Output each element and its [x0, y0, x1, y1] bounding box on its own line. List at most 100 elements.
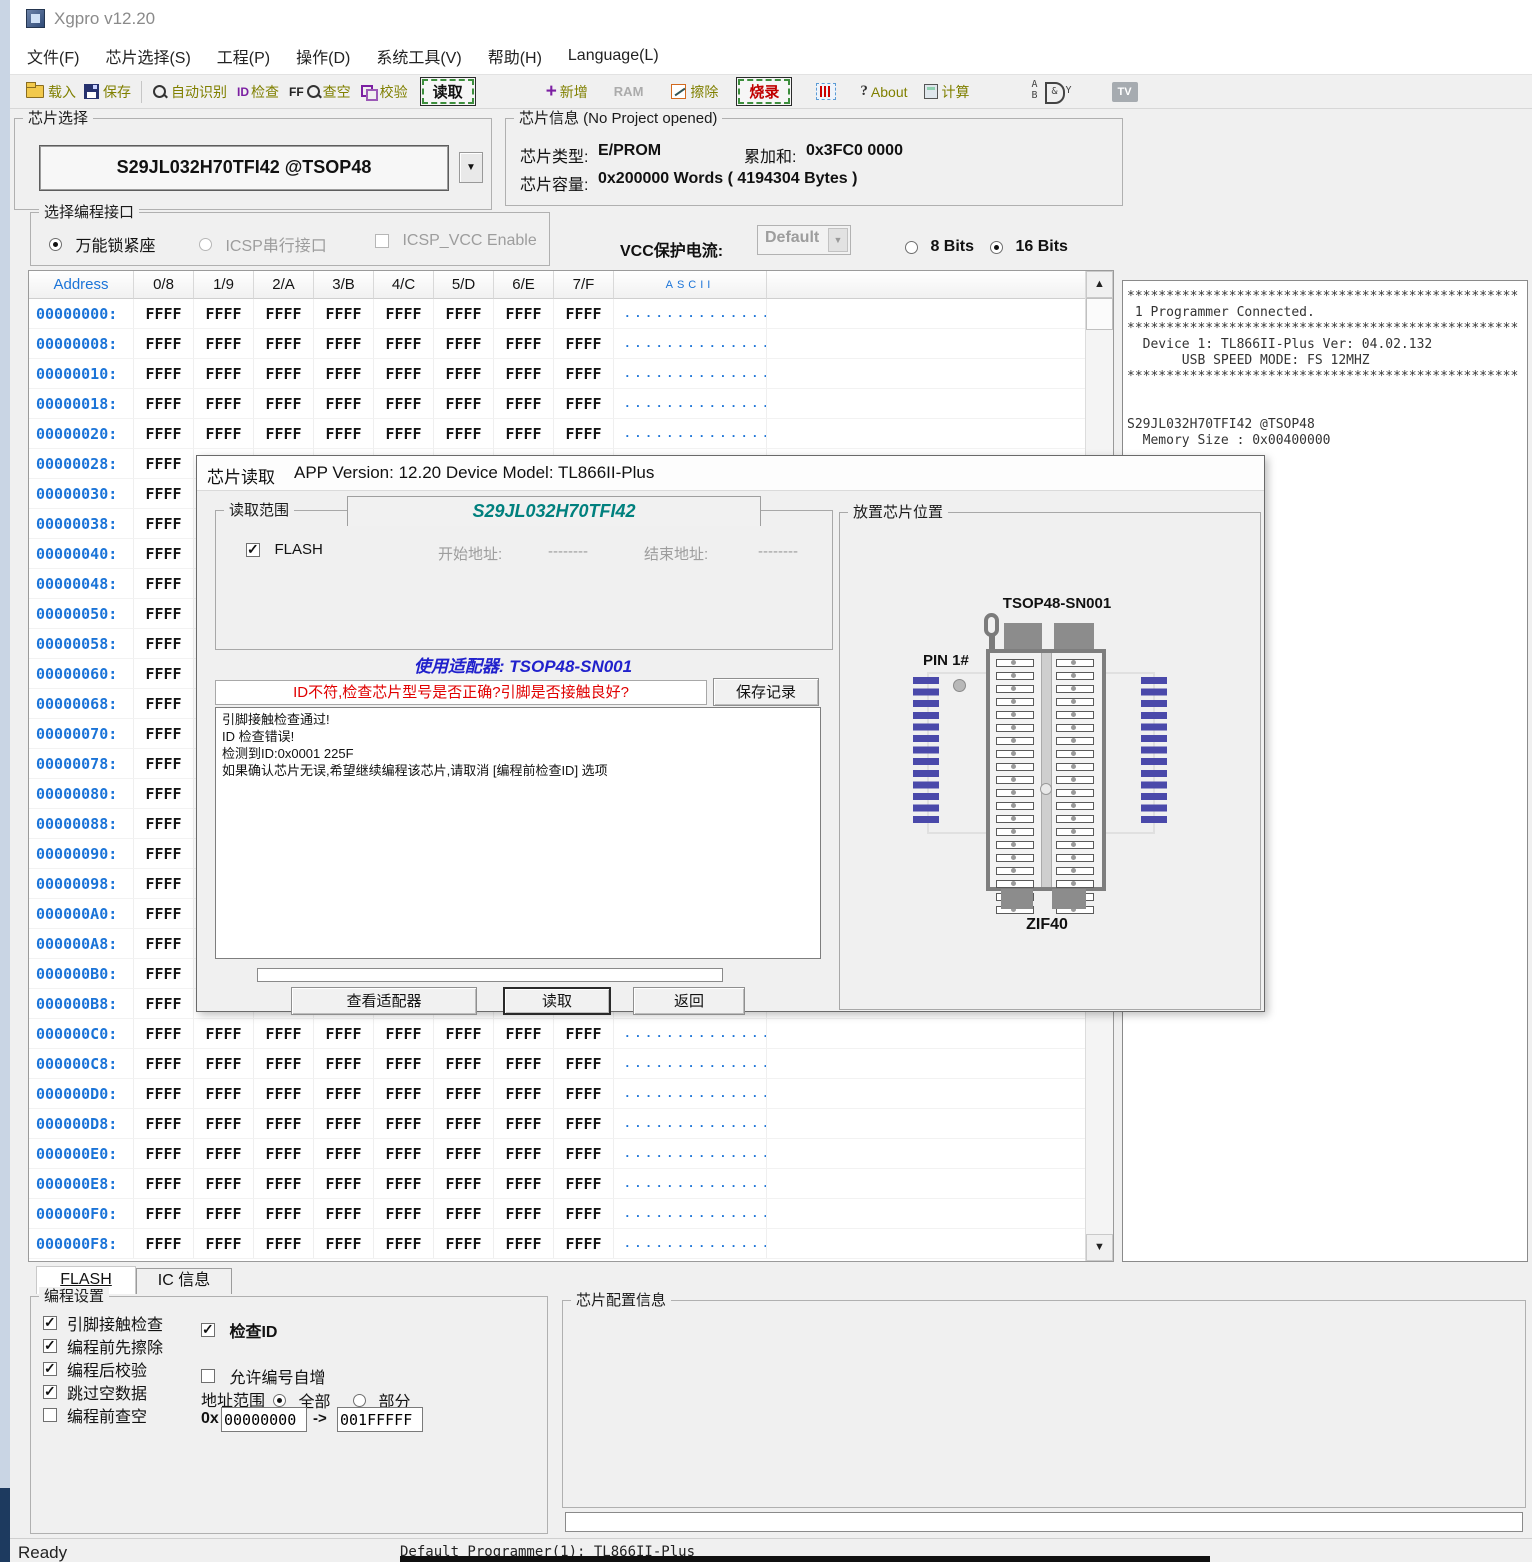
hex-value-cell[interactable]: FFFF	[434, 359, 494, 388]
bits8-radio[interactable]: 8 Bits	[905, 238, 974, 256]
hex-value-cell[interactable]: FFFF	[134, 989, 194, 1018]
hex-value-cell[interactable]: FFFF	[554, 419, 614, 448]
hex-value-cell[interactable]: FFFF	[554, 359, 614, 388]
tab-ic-info[interactable]: IC 信息	[136, 1268, 232, 1294]
hex-value-cell[interactable]: FFFF	[134, 959, 194, 988]
hex-value-cell[interactable]: FFFF	[134, 419, 194, 448]
hex-value-cell[interactable]: FFFF	[254, 299, 314, 328]
hex-value-cell[interactable]: FFFF	[554, 1169, 614, 1198]
calculator-button[interactable]: 计算	[924, 82, 970, 102]
hex-value-cell[interactable]: FFFF	[374, 329, 434, 358]
hex-column-header[interactable]: 2/A	[254, 271, 314, 299]
setting-checkbox-编程前先擦除[interactable]: 编程前先擦除	[43, 1334, 163, 1357]
hex-value-cell[interactable]: FFFF	[134, 509, 194, 538]
menu-item-system-tools[interactable]: 系统工具(V)	[363, 44, 474, 68]
hex-value-cell[interactable]: FFFF	[554, 389, 614, 418]
hex-value-cell[interactable]: FFFF	[254, 1139, 314, 1168]
hex-value-cell[interactable]: FFFF	[254, 329, 314, 358]
hex-value-cell[interactable]: FFFF	[194, 329, 254, 358]
hex-value-cell[interactable]: FFFF	[254, 1199, 314, 1228]
hex-value-cell[interactable]: FFFF	[134, 359, 194, 388]
menu-item-operation[interactable]: 操作(D)	[283, 44, 363, 68]
hex-value-cell[interactable]: FFFF	[194, 1049, 254, 1078]
chip-select-combo[interactable]: S29JL032H70TFI42 @TSOP48	[39, 145, 449, 191]
hex-value-cell[interactable]: FFFF	[434, 1199, 494, 1228]
hex-value-cell[interactable]: FFFF	[314, 1109, 374, 1138]
hex-column-header[interactable]: 3/B	[314, 271, 374, 299]
hex-value-cell[interactable]: FFFF	[134, 629, 194, 658]
hex-column-header[interactable]: 6/E	[494, 271, 554, 299]
hex-value-cell[interactable]: FFFF	[254, 1109, 314, 1138]
hex-value-cell[interactable]: FFFF	[554, 299, 614, 328]
dialog-title-bar[interactable]: 芯片读取 APP Version: 12.20 Device Model: TL…	[197, 456, 1264, 491]
hex-value-cell[interactable]: FFFF	[194, 389, 254, 418]
hex-value-cell[interactable]: FFFF	[254, 1079, 314, 1108]
hex-value-cell[interactable]: FFFF	[374, 1229, 434, 1258]
erase-button[interactable]: 擦除	[671, 82, 718, 102]
auto-detect-button[interactable]: 自动识别	[152, 82, 227, 102]
hex-value-cell[interactable]: FFFF	[374, 1019, 434, 1048]
save-button[interactable]: 保存	[84, 82, 131, 102]
hex-value-cell[interactable]: FFFF	[494, 329, 554, 358]
hex-value-cell[interactable]: FFFF	[374, 359, 434, 388]
hex-value-cell[interactable]: FFFF	[314, 1049, 374, 1078]
hex-value-cell[interactable]: FFFF	[374, 1049, 434, 1078]
hex-value-cell[interactable]: FFFF	[314, 1169, 374, 1198]
hex-value-cell[interactable]: FFFF	[554, 1109, 614, 1138]
hex-column-header[interactable]: 5/D	[434, 271, 494, 299]
hex-value-cell[interactable]: FFFF	[314, 1229, 374, 1258]
vcc-select[interactable]: Default ▼	[757, 225, 851, 255]
menu-item-language[interactable]: Language(L)	[555, 47, 672, 65]
scroll-down-button[interactable]: ▼	[1086, 1234, 1113, 1261]
return-button[interactable]: 返回	[633, 987, 745, 1015]
burn-button[interactable]: 烧录	[736, 77, 792, 106]
hex-value-cell[interactable]: FFFF	[134, 479, 194, 508]
setting-checkbox-编程前查空[interactable]: 编程前查空	[43, 1403, 163, 1426]
menu-item-file[interactable]: 文件(F)	[14, 44, 92, 68]
icsp-serial-radio[interactable]: ICSP串行接口	[199, 232, 327, 256]
hex-value-cell[interactable]: FFFF	[494, 1169, 554, 1198]
hex-value-cell[interactable]: FFFF	[314, 1199, 374, 1228]
hex-value-cell[interactable]: FFFF	[134, 599, 194, 628]
hex-value-cell[interactable]: FFFF	[254, 1169, 314, 1198]
hex-column-header[interactable]: 0/8	[134, 271, 194, 299]
hex-value-cell[interactable]: FFFF	[434, 1139, 494, 1168]
save-log-button[interactable]: 保存记录	[713, 678, 819, 706]
hex-value-cell[interactable]: FFFF	[434, 1049, 494, 1078]
hex-value-cell[interactable]: FFFF	[554, 1049, 614, 1078]
hex-value-cell[interactable]: FFFF	[434, 389, 494, 418]
hex-value-cell[interactable]: FFFF	[374, 1169, 434, 1198]
hex-value-cell[interactable]: FFFF	[494, 1199, 554, 1228]
load-button[interactable]: 载入	[26, 82, 76, 102]
hex-value-cell[interactable]: FFFF	[134, 329, 194, 358]
hex-value-cell[interactable]: FFFF	[194, 1019, 254, 1048]
addr-to-input[interactable]	[337, 1407, 423, 1432]
hex-value-cell[interactable]: FFFF	[314, 359, 374, 388]
hex-value-cell[interactable]: FFFF	[134, 1199, 194, 1228]
hex-value-cell[interactable]: FFFF	[194, 1079, 254, 1108]
hex-column-header[interactable]: Address	[29, 271, 134, 299]
setting-checkbox-编程后校验[interactable]: 编程后校验	[43, 1357, 163, 1380]
hex-value-cell[interactable]: FFFF	[254, 419, 314, 448]
hex-value-cell[interactable]: FFFF	[254, 1019, 314, 1048]
hex-value-cell[interactable]: FFFF	[134, 689, 194, 718]
icsp-vcc-checkbox[interactable]: ICSP_VCC Enable	[375, 232, 537, 250]
hex-column-header[interactable]: ASCII	[614, 271, 767, 299]
hex-value-cell[interactable]: FFFF	[374, 1109, 434, 1138]
hex-value-cell[interactable]: FFFF	[554, 329, 614, 358]
hex-value-cell[interactable]: FFFF	[494, 1079, 554, 1108]
check-id-checkbox[interactable]: 检查ID	[201, 1318, 277, 1342]
hex-value-cell[interactable]: FFFF	[254, 1229, 314, 1258]
hex-column-header[interactable]: 4/C	[374, 271, 434, 299]
hex-value-cell[interactable]: FFFF	[254, 389, 314, 418]
hex-value-cell[interactable]: FFFF	[494, 1139, 554, 1168]
id-check-button[interactable]: ID 检查	[237, 82, 279, 102]
hex-value-cell[interactable]: FFFF	[314, 1139, 374, 1168]
setting-checkbox-引脚接触检查[interactable]: 引脚接触检查	[43, 1311, 163, 1334]
hex-value-cell[interactable]: FFFF	[134, 1079, 194, 1108]
hex-value-cell[interactable]: FFFF	[134, 389, 194, 418]
hex-value-cell[interactable]: FFFF	[494, 389, 554, 418]
hex-value-cell[interactable]: FFFF	[494, 419, 554, 448]
hex-value-cell[interactable]: FFFF	[134, 299, 194, 328]
chip-select-dropdown-button[interactable]: ▼	[459, 152, 483, 183]
